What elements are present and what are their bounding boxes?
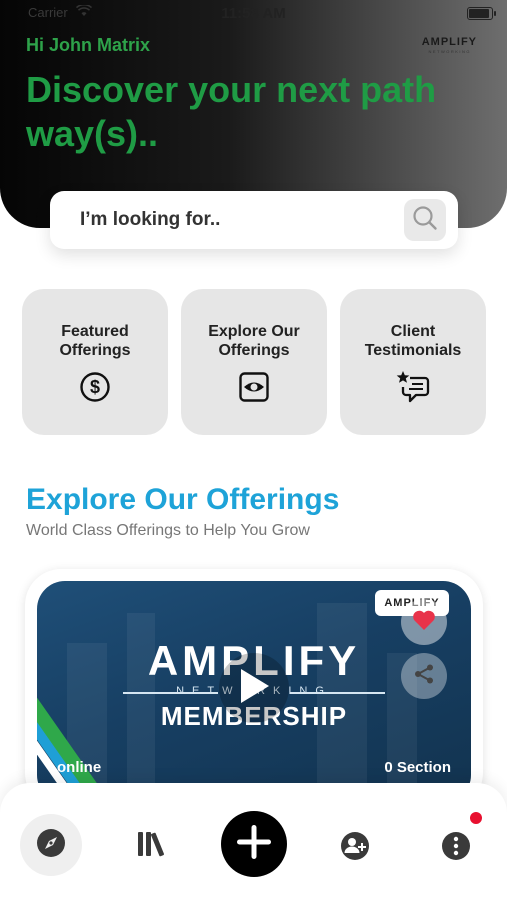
dollar-coin-icon: $ (78, 370, 112, 404)
battery-icon (467, 7, 496, 20)
nav-add-button[interactable] (221, 811, 287, 877)
notification-dot (470, 812, 482, 824)
testimonial-chat-icon (396, 370, 430, 404)
tile-label: Featured Offerings (59, 323, 131, 359)
favorite-button[interactable] (401, 599, 447, 645)
nav-more[interactable] (434, 826, 478, 870)
nav-explore[interactable] (20, 814, 82, 876)
plus-icon (235, 823, 273, 866)
tile-label: Explore Our Offerings (208, 323, 300, 359)
greeting: Hi John Matrix (26, 35, 151, 55)
status-bar: Carrier 11:58 AM (0, 0, 507, 28)
status-time: 11:58 AM (221, 5, 286, 22)
nav-library[interactable] (128, 826, 176, 866)
search-bar (50, 191, 458, 249)
nav-invite[interactable] (333, 826, 377, 870)
offering-card[interactable]: AMPLIFY NETWORKING MEMBERSHIP AMPLIFY on… (25, 569, 483, 809)
bottom-nav (0, 783, 507, 900)
svg-text:$: $ (90, 377, 100, 397)
tile-featured-offerings[interactable]: Featured Offerings $ (22, 289, 168, 435)
offering-section-count: 0 Section (384, 759, 451, 776)
share-icon (413, 663, 435, 690)
share-button[interactable] (401, 653, 447, 699)
play-button[interactable] (219, 653, 289, 723)
search-input[interactable] (80, 191, 390, 249)
page-headline: Discover your next path way(s).. (26, 69, 437, 154)
tile-explore-offerings[interactable]: Explore Our Offerings (181, 289, 327, 435)
compass-icon (36, 828, 66, 863)
offering-thumbnail: AMPLIFY NETWORKING MEMBERSHIP AMPLIFY on… (37, 581, 471, 803)
play-icon (237, 667, 271, 710)
search-button[interactable] (404, 199, 446, 241)
section-subtitle: World Class Offerings to Help You Grow (26, 522, 310, 539)
tile-label: Client Testimonials (364, 323, 462, 359)
tile-client-testimonials[interactable]: Client Testimonials (340, 289, 486, 435)
eye-icon (237, 370, 271, 404)
more-vertical-icon (441, 831, 471, 866)
search-icon (412, 205, 438, 236)
section-title: Explore Our Offerings (26, 483, 340, 516)
brand-logo-sub: NETWORKING (428, 49, 471, 54)
brand-logo: AMPLIFY (421, 36, 477, 48)
offering-mode: online (57, 759, 102, 776)
add-person-icon (340, 831, 370, 866)
library-icon (137, 831, 167, 862)
heart-icon (412, 609, 436, 636)
